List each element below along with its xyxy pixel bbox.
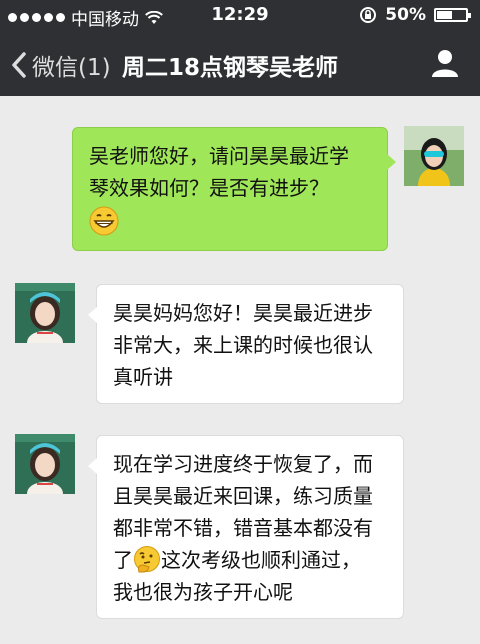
teacher-avatar[interactable] [15,283,75,343]
thinking-face-icon [134,546,160,573]
battery-level [437,11,452,19]
message-text: 昊昊妈妈您好！昊昊最近进步 非常大，来上课的时候也很认 真听讲 [113,301,373,389]
battery-icon [434,8,471,22]
chat-header: 微信(1) 周二18点钢琴吴老师 [0,30,480,96]
my-avatar[interactable] [404,126,464,186]
message-bubble-teacher[interactable]: 现在学习进度终于恢复了，而 且昊昊最近来回课，练习质量 都非常不错，错音基本都没… [88,435,404,619]
person-icon[interactable] [430,48,460,78]
message-text: 吴老师您好，请问昊昊最近学 琴效果如何？是否有进步？ [89,144,349,200]
grinning-face-icon [89,206,119,236]
rotation-lock-icon [360,7,377,23]
chevron-left-icon [12,52,26,78]
battery-percent: 50% [385,5,426,25]
message-bubble-teacher[interactable]: 昊昊妈妈您好！昊昊最近进步 非常大，来上课的时候也很认 真听讲 [88,284,404,404]
chat-title: 周二18点钢琴吴老师 [122,55,339,81]
message-bubble-me[interactable]: 吴老师您好，请问昊昊最近学 琴效果如何？是否有进步？ [72,127,396,251]
back-label: 微信(1) [32,55,111,81]
status-right: 50% [359,5,471,25]
back-button[interactable]: 微信(1) [10,48,111,82]
teacher-avatar[interactable] [15,434,75,494]
status-bar: 中国移动 12:29 50% [0,0,480,30]
